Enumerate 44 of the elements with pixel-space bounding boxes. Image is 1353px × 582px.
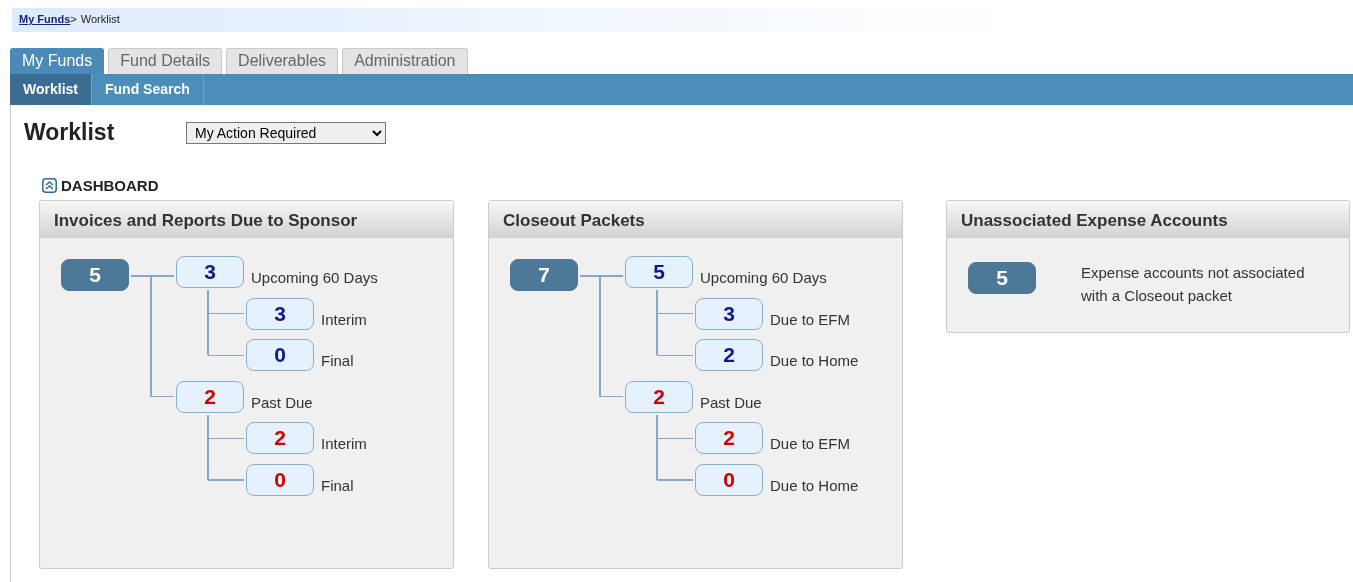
- view-select[interactable]: My Action Required: [186, 121, 386, 144]
- count-label: Interim: [321, 434, 367, 455]
- nav-tab[interactable]: Fund Details: [108, 48, 223, 74]
- count-badge[interactable]: 2: [625, 380, 693, 413]
- count-badge[interactable]: 0: [246, 464, 314, 497]
- collapse-icon[interactable]: [42, 178, 57, 194]
- count-badge[interactable]: 3: [695, 297, 763, 330]
- subnav-tab[interactable]: Worklist: [10, 74, 92, 105]
- count-badge[interactable]: 3: [246, 297, 314, 330]
- subnav-tab[interactable]: Fund Search: [92, 74, 204, 105]
- breadcrumb-link[interactable]: My Funds: [19, 13, 71, 25]
- count-label: Due to Home: [770, 351, 859, 372]
- total-count[interactable]: 7: [510, 259, 578, 292]
- count-badge[interactable]: 2: [246, 422, 314, 455]
- nav-tab[interactable]: Deliverables: [226, 48, 339, 74]
- count-label: Final: [321, 476, 354, 497]
- count-badge[interactable]: 0: [695, 464, 763, 497]
- count-badge[interactable]: 2: [695, 422, 763, 455]
- count-badge[interactable]: 5: [625, 256, 693, 289]
- total-count[interactable]: 5: [968, 262, 1036, 295]
- count-badge[interactable]: 3: [176, 256, 244, 289]
- count-label: Upcoming 60 Days: [700, 268, 827, 289]
- count-badge[interactable]: 2: [695, 339, 763, 372]
- count-label: Past Due: [251, 392, 313, 413]
- count-label: Final: [321, 351, 354, 372]
- breadcrumb-separator: >: [70, 13, 77, 25]
- count-badge[interactable]: 0: [246, 339, 314, 372]
- panel-title: Closeout Packets: [489, 201, 902, 239]
- count-label: Due to EFM: [770, 434, 851, 455]
- count-label: Upcoming 60 Days: [251, 268, 378, 289]
- panel-title: Unassociated Expense Accounts: [947, 201, 1349, 239]
- count-label: Interim: [321, 309, 367, 330]
- count-label: Due to EFM: [770, 309, 851, 330]
- count-label: Past Due: [700, 392, 762, 413]
- dashboard-heading: DASHBOARD: [61, 175, 159, 196]
- panel-title: Invoices and Reports Due to Sponsor: [40, 201, 453, 239]
- nav-tab[interactable]: My Funds: [10, 48, 105, 74]
- breadcrumb-current: Worklist: [80, 13, 120, 25]
- count-badge[interactable]: 2: [176, 380, 244, 413]
- page-title: Worklist: [24, 119, 116, 147]
- total-count[interactable]: 5: [61, 259, 129, 292]
- count-label: Due to Home: [770, 476, 859, 497]
- nav-tab[interactable]: Administration: [342, 48, 468, 74]
- summary-text: Expense accounts not associated with a Closeout packet: [1081, 263, 1306, 306]
